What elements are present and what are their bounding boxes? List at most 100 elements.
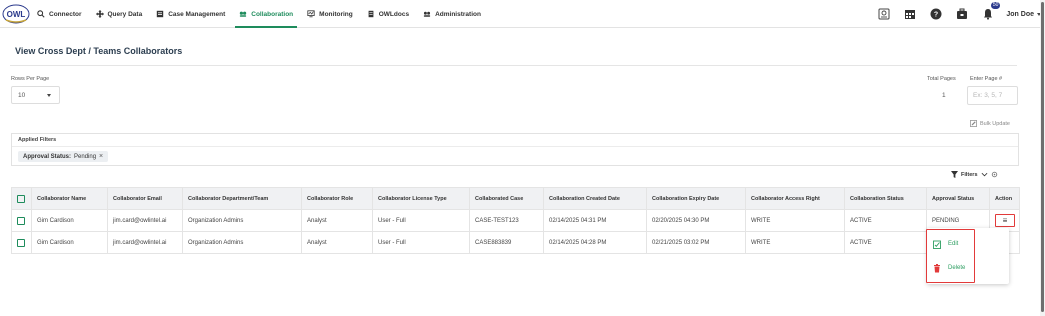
admin-icon <box>423 11 431 17</box>
nav-monitoring[interactable]: Monitoring <box>300 0 360 28</box>
main-nav: Connector Query Data Case Management Col… <box>30 0 488 28</box>
rows-per-page-select[interactable]: 10 <box>11 86 60 104</box>
table-cell: 02/14/2025 04:31 PM <box>543 209 647 232</box>
filters-divider <box>12 146 1018 147</box>
table-row[interactable]: Gim Cardison jim.card@owlintel.ai Organi… <box>11 231 1020 254</box>
table-cell: Organization Admins <box>182 209 302 232</box>
column-header[interactable]: Collaborated Case <box>469 187 544 210</box>
nav-owldocs[interactable]: OWLdocs <box>360 0 416 28</box>
table-cell: Organization Admins <box>182 231 302 254</box>
row-checkbox[interactable] <box>17 216 25 225</box>
notification-bell-icon[interactable]: 50 <box>980 2 1001 22</box>
delete-menu-item[interactable]: Delete <box>927 259 1009 277</box>
nav-query-data[interactable]: Query Data <box>89 0 150 28</box>
table-header-row: Collaborator Name Collaborator Email Col… <box>11 187 1020 210</box>
briefcase-icon[interactable] <box>954 6 970 22</box>
total-pages-label: Total Pages <box>927 76 956 82</box>
column-header[interactable]: Collaborator Email <box>107 187 183 210</box>
column-header[interactable]: Collaborator Department/Team <box>182 187 302 210</box>
nav-monitoring-label: Monitoring <box>319 10 353 18</box>
table-cell: ACTIVE <box>844 231 927 254</box>
column-header[interactable]: Collaborator License Type <box>372 187 470 210</box>
delete-label: Delete <box>948 265 966 271</box>
edit-menu-item[interactable]: Edit <box>927 235 1009 253</box>
applied-filters-panel: Applied Filters Approval Status: Pending… <box>11 133 1019 166</box>
analytics-icon[interactable] <box>876 6 892 22</box>
scrollbar-thumb[interactable] <box>1041 2 1044 312</box>
nav-connector[interactable]: Connector <box>30 0 89 28</box>
table-cell: Analyst <box>301 209 373 232</box>
bulk-update-button[interactable]: Bulk Update <box>970 120 1010 127</box>
title-divider <box>10 65 1017 66</box>
hamburger-icon: ≡ <box>1002 215 1008 225</box>
collaboration-icon <box>240 11 247 17</box>
column-header: Action <box>989 187 1020 210</box>
user-menu[interactable]: Jon Doe <box>1006 11 1041 18</box>
filter-icon <box>951 171 958 178</box>
rows-per-page-value: 10 <box>18 91 26 99</box>
total-pages-value: 1 <box>942 92 946 99</box>
top-navigation-bar: OWL Connector Query Data Case Management… <box>0 0 1045 28</box>
user-name: Jon Doe <box>1006 10 1034 18</box>
table-cell: Analyst <box>301 231 373 254</box>
table-cell: CASE883839 <box>469 231 544 254</box>
row-checkbox[interactable] <box>17 238 25 247</box>
column-header[interactable]: Collaboration Created Date <box>543 187 647 210</box>
column-header[interactable]: Collaborator Role <box>301 187 373 210</box>
column-header[interactable]: Approval Status <box>926 187 990 210</box>
table-cell: jim.card@owlintel.ai <box>107 231 183 254</box>
select-all-checkbox[interactable] <box>17 194 25 203</box>
table-row[interactable]: Gim Cardison jim.card@owlintel.ai Organi… <box>11 209 1020 232</box>
action-dropdown-menu: Edit Delete <box>927 228 1009 284</box>
page-title: View Cross Dept / Teams Collaborators <box>15 46 183 56</box>
table-cell: User - Full <box>372 231 470 254</box>
calendar-icon[interactable] <box>902 6 918 22</box>
filters-button[interactable]: Filters <box>951 171 998 178</box>
nav-case-management-label: Case Management <box>168 10 226 18</box>
edit-label: Edit <box>948 241 959 247</box>
column-header[interactable]: Collaborator Name <box>31 187 108 210</box>
svg-text:?: ? <box>934 12 938 19</box>
nav-collaboration[interactable]: Collaboration <box>232 0 300 28</box>
table-cell: WRITE <box>745 231 845 254</box>
select-all-cell <box>11 187 32 210</box>
table-cell: 02/14/2025 04:28 PM <box>543 231 647 254</box>
page-scrollbar[interactable] <box>1040 0 1045 316</box>
table-cell: 02/20/2025 04:30 PM <box>646 209 746 232</box>
gear-icon[interactable] <box>991 171 998 178</box>
rows-per-page-label: Rows Per Page <box>11 76 50 82</box>
action-menu-button[interactable]: ≡ <box>995 214 1015 227</box>
close-icon[interactable]: × <box>99 153 103 160</box>
nav-administration[interactable]: Administration <box>416 0 488 28</box>
edit-icon <box>933 240 941 249</box>
row-select-cell <box>11 231 32 254</box>
column-header[interactable]: Collaborator Access Right <box>745 187 845 210</box>
header-actions: ? 50 Jon Doe <box>876 0 1041 28</box>
column-header[interactable]: Collaboration Expiry Date <box>646 187 746 210</box>
docs-icon <box>368 10 374 18</box>
table-cell: jim.card@owlintel.ai <box>107 209 183 232</box>
logo-text: OWL <box>7 10 26 19</box>
help-icon[interactable]: ? <box>928 6 944 22</box>
filter-chip-value: Pending <box>74 153 97 160</box>
collaborators-table: Collaborator Name Collaborator Email Col… <box>11 187 1020 254</box>
table-cell: User - Full <box>372 209 470 232</box>
column-header[interactable]: Collaboration Status <box>844 187 927 210</box>
nav-collaboration-label: Collaboration <box>251 10 294 18</box>
monitor-icon <box>307 10 315 18</box>
move-icon <box>95 10 104 18</box>
chevron-down-icon <box>47 93 51 97</box>
owl-logo[interactable]: OWL <box>2 3 30 25</box>
enter-page-input[interactable] <box>967 86 1018 105</box>
filter-chip-approval-status: Approval Status: Pending × <box>18 151 109 162</box>
table-cell: CASE-TEST123 <box>469 209 544 232</box>
enter-page-label: Enter Page # <box>970 76 1003 82</box>
folder-icon <box>156 10 164 18</box>
nav-case-management[interactable]: Case Management <box>149 0 232 28</box>
nav-connector-label: Connector <box>49 10 82 18</box>
nav-owldocs-label: OWLdocs <box>378 10 410 18</box>
table-cell: WRITE <box>745 209 845 232</box>
nav-query-data-label: Query Data <box>107 10 143 18</box>
table-cell: Gim Cardison <box>31 209 108 232</box>
trash-icon <box>934 263 940 272</box>
